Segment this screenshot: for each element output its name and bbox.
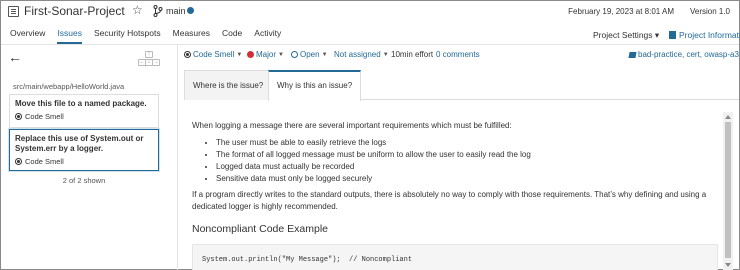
- header-divider: [1, 44, 739, 45]
- project-icon: [8, 6, 19, 17]
- top-bar: First-Sonar-Project ☆ main February 19, …: [1, 1, 739, 23]
- code-line: System.out.println("My Message"); // Non…: [202, 256, 413, 264]
- rule-description: When logging a message there are several…: [192, 120, 712, 235]
- issue-type: Code Smell: [15, 157, 153, 166]
- tab-where-is-the-issue[interactable]: Where is the issue?: [184, 70, 273, 100]
- code-smell-icon: [15, 158, 22, 165]
- explanation-text: If a program directly writes to the stan…: [192, 190, 707, 211]
- key-up-icon: ↑: [145, 51, 153, 58]
- analysis-date: February 19, 2023 at 8:01 AM: [568, 7, 674, 16]
- issue-type: Code Smell: [15, 112, 153, 121]
- assignee-dropdown[interactable]: Not assigned ▼: [334, 50, 389, 59]
- scroll-thumb[interactable]: [725, 122, 731, 258]
- issue-card[interactable]: Move this file to a named package. Code …: [9, 94, 159, 128]
- branch-status-icon: [187, 7, 194, 14]
- shown-count: 2 of 2 shown: [62, 176, 106, 185]
- project-nav: Overview Issues Security Hotspots Measur…: [10, 28, 281, 44]
- project-information-label: Project Information: [679, 30, 740, 40]
- tab-measures[interactable]: Measures: [173, 28, 210, 42]
- issue-type-dropdown[interactable]: Code Smell ▼: [184, 50, 242, 59]
- file-path: src/main/webapp/HelloWorld.java: [13, 82, 125, 91]
- issue-card-selected[interactable]: Replace this use of System.out or System…: [9, 129, 159, 171]
- requirements-list: The user must be able to easily retrieve…: [216, 137, 712, 185]
- scrollbar[interactable]: [723, 112, 733, 270]
- project-settings-menu[interactable]: Project Settings ▾: [593, 30, 659, 41]
- effort: 10min effort: [391, 50, 434, 59]
- chevron-down-icon: ▼: [236, 51, 243, 58]
- list-item: The user must be able to easily retrieve…: [216, 137, 712, 149]
- branch-icon: [153, 5, 163, 17]
- back-arrow-icon[interactable]: ←: [8, 50, 22, 64]
- project-information-button[interactable]: Project Information: [669, 30, 740, 40]
- panel-divider: [177, 45, 178, 270]
- tab-code[interactable]: Code: [222, 28, 242, 42]
- branch-name[interactable]: main: [166, 6, 186, 16]
- severity-dropdown[interactable]: Major ▼: [247, 50, 284, 59]
- major-severity-icon: [247, 51, 254, 58]
- section-heading: Noncompliant Code Example: [192, 223, 328, 235]
- issue-type-label: Code Smell: [25, 112, 64, 121]
- severity-value: Major: [256, 50, 277, 59]
- tab-security-hotspots[interactable]: Security Hotspots: [94, 28, 161, 42]
- code-smell-icon: [15, 113, 22, 120]
- tags-value: bad-practice, cert, owasp-a3: [638, 50, 739, 59]
- issue-title: Replace this use of System.out or System…: [15, 134, 144, 153]
- tag-icon: [628, 51, 637, 58]
- issue-title: Move this file to a named package.: [15, 99, 147, 108]
- scroll-down-icon[interactable]: [725, 263, 731, 267]
- issue-type-label: Code Smell: [25, 157, 64, 166]
- tab-issues[interactable]: Issues: [57, 28, 82, 44]
- status-dropdown[interactable]: Open ▼: [291, 50, 328, 59]
- chevron-down-icon: ▼: [382, 51, 389, 58]
- tab-activity[interactable]: Activity: [254, 28, 281, 42]
- project-version: Version 1.0: [689, 7, 730, 16]
- list-item: Sensitive data must only be logged secur…: [216, 173, 712, 185]
- tags-dropdown[interactable]: bad-practice, cert, owasp-a3▼: [628, 50, 740, 59]
- info-panel-icon: [669, 31, 676, 39]
- key-right-icon: →: [152, 59, 160, 66]
- chevron-down-icon: ▼: [321, 51, 328, 58]
- chevron-down-icon: ▾: [654, 30, 660, 40]
- rule-tabs: Where is the issue? Why is this an issue…: [184, 70, 739, 101]
- list-item: Logged data must actually be recorded: [216, 161, 712, 173]
- comments-link[interactable]: 0 comments: [436, 50, 480, 59]
- assignee-value: Not assigned: [334, 50, 381, 59]
- favorite-star-icon[interactable]: ☆: [132, 4, 143, 16]
- scroll-up-icon[interactable]: [725, 115, 731, 119]
- project-settings-label: Project Settings: [593, 30, 653, 40]
- intro-text: When logging a message there are several…: [192, 121, 512, 130]
- issue-type-value: Code Smell: [193, 50, 235, 59]
- chevron-down-icon: ▼: [278, 51, 284, 58]
- status-value: Open: [300, 50, 320, 59]
- code-smell-icon: [184, 51, 191, 58]
- tab-why-is-this-an-issue[interactable]: Why is this an issue?: [268, 70, 362, 101]
- project-name[interactable]: First-Sonar-Project: [24, 4, 125, 18]
- list-item: The format of all logged message must be…: [216, 149, 712, 161]
- code-example: System.out.println("My Message"); // Non…: [192, 244, 718, 270]
- open-status-icon: [291, 51, 298, 58]
- tab-overview[interactable]: Overview: [10, 28, 45, 42]
